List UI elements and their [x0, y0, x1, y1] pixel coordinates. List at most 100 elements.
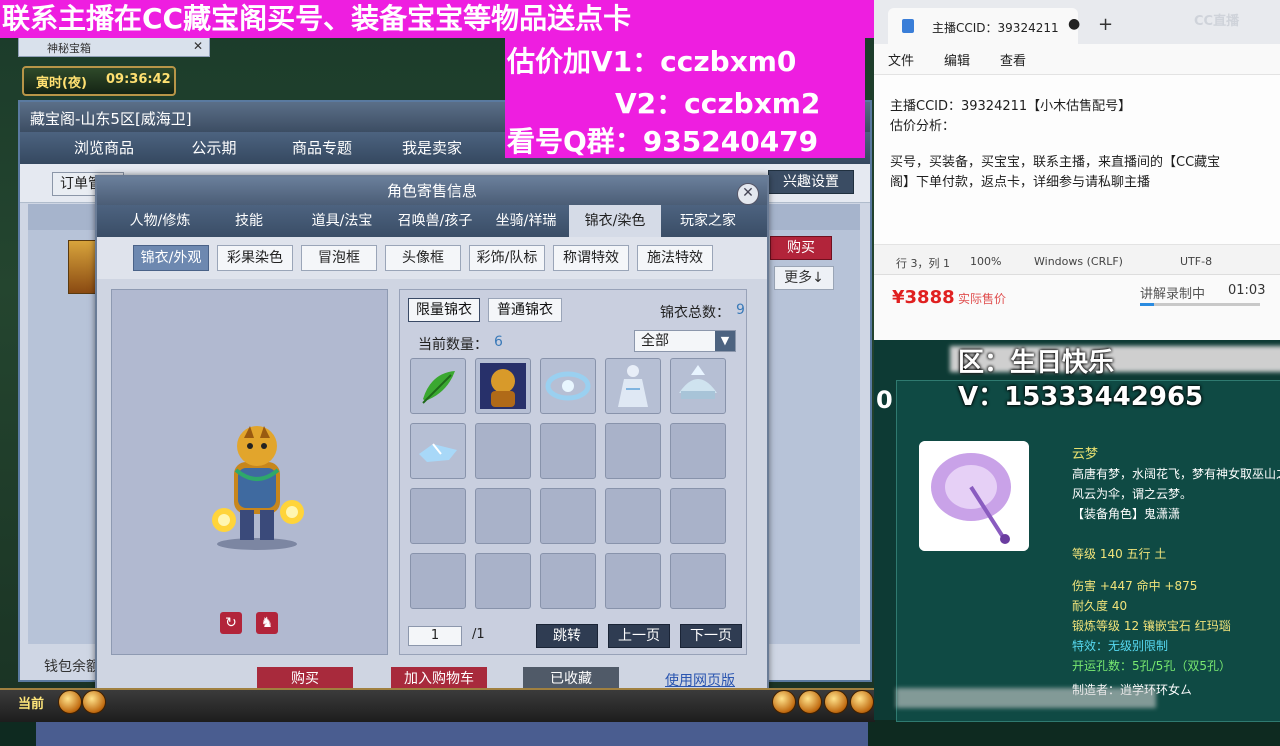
- notepad-menubar: 文件 编辑 查看: [874, 44, 1280, 74]
- item-tooltip: 云梦 高唐有梦，水阔花飞，梦有神女取巫山之 风云为伞，谓之云梦。 【装备角色】鬼潇潇…: [896, 380, 1280, 722]
- text-line: 主播CCID：39324211【小木估售配号】: [890, 99, 1132, 114]
- pose-icon[interactable]: ♞: [256, 612, 278, 634]
- interest-settings-button[interactable]: 兴趣设置: [768, 170, 854, 194]
- nav-seller[interactable]: 我是卖家: [378, 132, 486, 164]
- tab-character[interactable]: 人物/修炼: [115, 205, 205, 237]
- valuation-v1: 估价加V1：cczbxm0: [507, 45, 797, 78]
- empty-slot[interactable]: [410, 553, 466, 609]
- outfit-slot[interactable]: [410, 358, 466, 414]
- white-robe-icon: [606, 359, 660, 413]
- promo-contact-box: 估价加V1：cczbxm0 V2：cczbxm2 看号Q群：935240479: [505, 38, 865, 158]
- notepad-statusbar: 行 3，列 1 100% Windows (CRLF) UTF-8: [874, 244, 1280, 275]
- dialog-title: 角色寄售信息: [97, 177, 767, 205]
- subtab-bubble[interactable]: 冒泡框: [301, 245, 377, 271]
- buy-button[interactable]: 购买: [770, 236, 832, 260]
- subtab-avatar-frame[interactable]: 头像框: [385, 245, 461, 271]
- empty-slot[interactable]: [670, 488, 726, 544]
- pet-icon[interactable]: [824, 690, 848, 714]
- cursor-position: 行 3，列 1: [896, 257, 950, 270]
- empty-slot[interactable]: [475, 488, 531, 544]
- subtab-dye[interactable]: 彩果染色: [217, 245, 293, 271]
- tab-mounts[interactable]: 坐骑/祥瑞: [483, 205, 569, 237]
- close-icon[interactable]: ✕: [737, 183, 759, 205]
- empty-slot[interactable]: [605, 488, 661, 544]
- price-label: 实际售价: [958, 292, 1007, 306]
- browser-tab[interactable]: 神秘宝箱 ✕: [18, 37, 210, 57]
- nav-public[interactable]: 公示期: [160, 132, 268, 164]
- line-ending: Windows (CRLF): [1034, 255, 1123, 268]
- subtab-team-badge[interactable]: 彩饰/队标: [469, 245, 545, 271]
- menu-view[interactable]: 查看: [1000, 50, 1026, 69]
- close-icon[interactable]: ✕: [193, 39, 203, 53]
- item-attribute-line: 特效：无级别限制: [1072, 639, 1169, 653]
- notepad-text-area[interactable]: 主播CCID：39324211【小木估售配号】 估价分析： 买号，买装备，买宝宝…: [874, 74, 1280, 245]
- nav-browse[interactable]: 浏览商品: [50, 132, 158, 164]
- outfit-slot[interactable]: [540, 358, 596, 414]
- silver-helmet-icon: [671, 359, 725, 413]
- empty-slot[interactable]: [540, 488, 596, 544]
- notepad-tab[interactable]: 主播CCID：39324211 ●: [888, 8, 1080, 44]
- limited-outfit-button[interactable]: 限量锦衣: [408, 298, 480, 322]
- empty-slot[interactable]: [475, 423, 531, 479]
- empty-slot[interactable]: [540, 553, 596, 609]
- outfit-slot[interactable]: [475, 358, 531, 414]
- item-attribute-line: 伤害 +447 命中 +875: [1072, 579, 1198, 593]
- unsaved-dot-icon[interactable]: ●: [1068, 16, 1080, 32]
- prev-page-button[interactable]: 上一页: [608, 624, 670, 648]
- filter-select[interactable]: 全部 ▼: [634, 330, 736, 352]
- menu-icon[interactable]: [850, 690, 874, 714]
- nav-topics[interactable]: 商品专题: [268, 132, 376, 164]
- outfit-slot[interactable]: [410, 423, 466, 479]
- list-footer-strip: [36, 718, 868, 746]
- menu-file[interactable]: 文件: [888, 50, 914, 69]
- menu-edit[interactable]: 编辑: [944, 50, 970, 69]
- empty-slot[interactable]: [605, 553, 661, 609]
- outfit-slot[interactable]: [605, 358, 661, 414]
- empty-slot[interactable]: [475, 553, 531, 609]
- current-qty-value: 6: [494, 334, 503, 350]
- tab-outfits[interactable]: 锦衣/染色: [569, 205, 661, 237]
- wallet-balance-label: 钱包余额: [44, 659, 100, 675]
- outfit-slot[interactable]: [670, 358, 726, 414]
- next-page-button[interactable]: 下一页: [680, 624, 742, 648]
- empty-slot[interactable]: [410, 488, 466, 544]
- zone-overlay: 区：生日快乐: [958, 348, 1115, 378]
- empty-slot[interactable]: [670, 423, 726, 479]
- emoji-icon[interactable]: [82, 690, 106, 714]
- treasure-icon[interactable]: [772, 690, 796, 714]
- tab-home[interactable]: 玩家之家: [663, 205, 753, 237]
- notepad-icon: [902, 19, 914, 33]
- subtab-appearance[interactable]: 锦衣/外观: [133, 245, 209, 271]
- tab-skills[interactable]: 技能: [209, 205, 289, 237]
- green-leaf-icon: [411, 359, 465, 413]
- filter-value: 全部: [641, 333, 669, 349]
- more-button[interactable]: 更多↓: [774, 266, 834, 290]
- new-tab-icon[interactable]: +: [1098, 14, 1113, 35]
- empty-slot[interactable]: [540, 423, 596, 479]
- web-version-link[interactable]: 使用网页版: [665, 670, 735, 690]
- current-channel-label[interactable]: 当前: [18, 693, 50, 713]
- subtab-title-effect[interactable]: 称谓特效: [553, 245, 629, 271]
- empty-slot[interactable]: [605, 423, 661, 479]
- time-clock: 09:36:42: [106, 72, 171, 87]
- jump-button[interactable]: 跳转: [536, 624, 598, 648]
- page-number-input[interactable]: 1: [408, 626, 462, 646]
- mic-icon[interactable]: [58, 690, 82, 714]
- crystal-shard-icon: [411, 424, 465, 478]
- empty-slot[interactable]: [670, 553, 726, 609]
- rotate-icon[interactable]: ↻: [220, 612, 242, 634]
- smile-icon[interactable]: [798, 690, 822, 714]
- blue-swirl-icon: [541, 359, 595, 413]
- item-attribute-line: 等级 140 五行 土: [1072, 547, 1167, 561]
- recording-progress-bar: [1140, 303, 1260, 306]
- blurred-region: [896, 688, 1156, 708]
- text-line: 估价分析：: [890, 119, 956, 134]
- price-value: ¥3888: [892, 287, 955, 308]
- chevron-down-icon: ▼: [715, 331, 735, 351]
- current-qty-label: 当前数量：: [418, 337, 488, 353]
- subtab-cast-effect[interactable]: 施法特效: [637, 245, 713, 271]
- text-line: 买号，买装备，买宝宝，联系主播，来直播间的【CC藏宝: [890, 155, 1221, 170]
- tab-items[interactable]: 道具/法宝: [297, 205, 387, 237]
- normal-outfit-button[interactable]: 普通锦衣: [488, 298, 562, 322]
- tab-pets[interactable]: 召唤兽/孩子: [387, 205, 483, 237]
